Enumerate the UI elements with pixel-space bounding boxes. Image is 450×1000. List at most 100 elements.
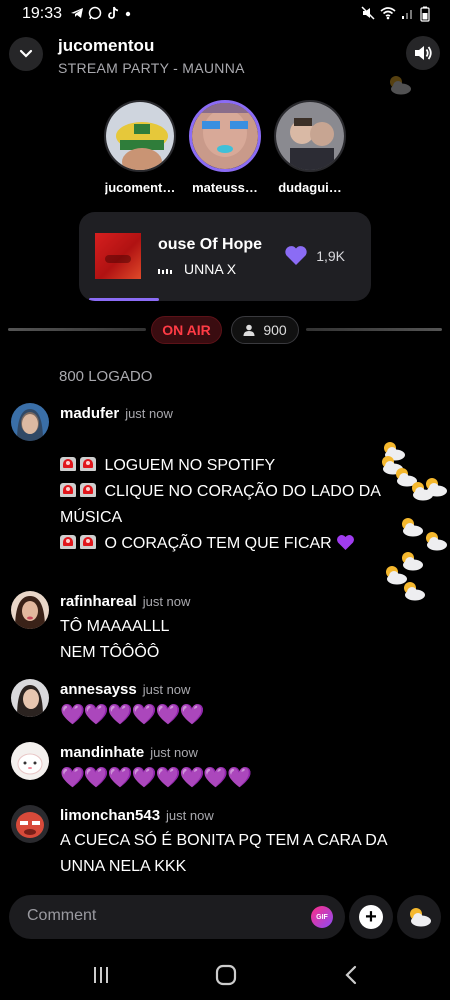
participant-name: mateuss…	[192, 180, 258, 195]
siren-icon	[80, 535, 96, 549]
comment-line: LOGUEM NO SPOTIFY	[104, 457, 276, 474]
system-icons	[361, 6, 430, 22]
album-art	[95, 233, 141, 279]
like-button[interactable]: 1,9K	[284, 245, 345, 266]
add-button[interactable]: +	[349, 895, 393, 939]
comment-line: O CORAÇÃO TEM QUE FICAR	[104, 535, 332, 552]
comment-header: rafinhareal just now	[60, 593, 190, 610]
comment-line: UNNA NELA KKK	[60, 858, 187, 875]
weather-emoji-icon	[402, 518, 423, 537]
avatar[interactable]	[189, 100, 261, 172]
participant-name: jucoment…	[104, 180, 176, 195]
comment-line: MÚSICA	[60, 509, 123, 526]
system-nav-bar	[0, 950, 450, 1000]
signal-icon	[402, 10, 412, 19]
participant-name: dudagui…	[278, 180, 342, 195]
comment-username[interactable]: madufer	[60, 405, 119, 422]
comment-time: just now	[142, 594, 191, 609]
comment-hearts: 💜💜💜💜💜💜	[60, 704, 204, 726]
mute-icon	[361, 6, 375, 20]
comment-username[interactable]: limonchan543	[60, 807, 160, 824]
artist-name: UNNA X	[184, 261, 237, 277]
on-air-badge: ON AIR	[151, 316, 222, 344]
siren-icon	[80, 457, 96, 471]
weather-emoji-icon	[426, 532, 447, 551]
divider	[8, 328, 146, 331]
comment-time: just now	[125, 406, 173, 421]
home-icon	[215, 964, 237, 986]
recents-icon	[94, 967, 108, 983]
sound-button[interactable]	[406, 36, 440, 70]
host-name: jucomentou	[58, 36, 155, 55]
stream-subtitle: STREAM PARTY - MAUNNA	[58, 60, 245, 76]
comment-header: mandinhate just now	[60, 744, 198, 761]
equalizer-icon	[158, 265, 172, 274]
viewer-count: 900	[263, 322, 287, 338]
divider	[306, 328, 442, 331]
status-time: 19:33	[22, 5, 63, 22]
weather-emoji-icon	[426, 478, 447, 497]
recents-button[interactable]	[86, 962, 116, 988]
avatar[interactable]	[274, 100, 346, 172]
tiktok-icon	[108, 6, 119, 19]
comment-input[interactable]: Comment GIF	[9, 895, 345, 939]
avatar[interactable]	[11, 591, 49, 629]
wifi-icon	[380, 7, 396, 20]
now-playing-card[interactable]: ouse Of Hope UNNA X 1,9K	[79, 212, 371, 301]
comment-header: annesayss just now	[60, 681, 190, 698]
collapse-button[interactable]	[9, 37, 43, 71]
song-progress-bar	[89, 298, 160, 301]
comment-username[interactable]: annesayss	[60, 681, 137, 698]
avatar[interactable]	[104, 100, 176, 172]
home-button[interactable]	[211, 962, 241, 988]
heart-icon	[285, 246, 307, 265]
comment-line: A CUECA SÓ É BONITA PQ TEM A CARA DA	[60, 832, 388, 849]
status-bar: 19:33	[0, 0, 450, 30]
comment-time: just now	[142, 682, 191, 697]
avatar[interactable]	[11, 679, 49, 717]
weather-emoji-icon	[410, 908, 431, 927]
comment-header: limonchan543 just now	[60, 807, 214, 824]
comment-line: NEM TÔÔÔÔ	[60, 644, 160, 661]
artist-row: UNNA X	[158, 261, 236, 277]
person-icon	[243, 324, 255, 336]
plus-icon: +	[359, 905, 383, 929]
participant[interactable]: jucoment…	[100, 100, 180, 195]
logged-count: 800 LOGADO	[59, 368, 153, 385]
comment-line: TÔ MAAAALLL	[60, 618, 170, 635]
comment-text: LOGUEM NO SPOTIFY CLIQUE NO CORAÇÃO DO L…	[60, 453, 381, 557]
reaction-button[interactable]	[397, 895, 441, 939]
notification-icons	[70, 6, 132, 20]
song-title: ouse Of Hope	[158, 236, 263, 253]
viewer-count-badge[interactable]: 900	[231, 316, 299, 344]
back-icon	[345, 965, 357, 985]
comment-line: CLIQUE NO CORAÇÃO DO LADO DA	[104, 483, 381, 500]
weather-emoji-icon	[390, 76, 411, 95]
participant[interactable]: mateuss…	[185, 100, 265, 195]
comment-hearts: 💜💜💜💜💜💜💜💜	[60, 767, 252, 789]
siren-icon	[80, 483, 96, 497]
comment-text: A CUECA SÓ É BONITA PQ TEM A CARA DA UNN…	[60, 828, 388, 880]
purple-heart-icon	[337, 535, 355, 551]
avatar[interactable]	[11, 742, 49, 780]
whatsapp-icon	[88, 6, 102, 20]
avatar[interactable]	[11, 805, 49, 843]
comment-time: just now	[150, 745, 198, 760]
siren-icon	[60, 483, 76, 497]
gif-button[interactable]: GIF	[311, 906, 333, 928]
dot-icon	[125, 11, 131, 17]
avatar[interactable]	[11, 403, 49, 441]
siren-icon	[60, 457, 76, 471]
siren-icon	[60, 535, 76, 549]
participant[interactable]: dudagui…	[270, 100, 350, 195]
back-button[interactable]	[336, 962, 366, 988]
comment-placeholder: Comment	[27, 907, 97, 924]
participants-row: jucoment… mateuss… dudagui…	[100, 100, 350, 195]
comment-header: madufer just now	[60, 405, 173, 422]
speaker-icon	[415, 46, 432, 60]
comment-username[interactable]: rafinhareal	[60, 593, 137, 610]
chevron-down-icon	[19, 49, 33, 58]
comment-time: just now	[166, 808, 214, 823]
comment-text: TÔ MAAAALLL NEM TÔÔÔÔ	[60, 614, 169, 666]
comment-username[interactable]: mandinhate	[60, 744, 144, 761]
